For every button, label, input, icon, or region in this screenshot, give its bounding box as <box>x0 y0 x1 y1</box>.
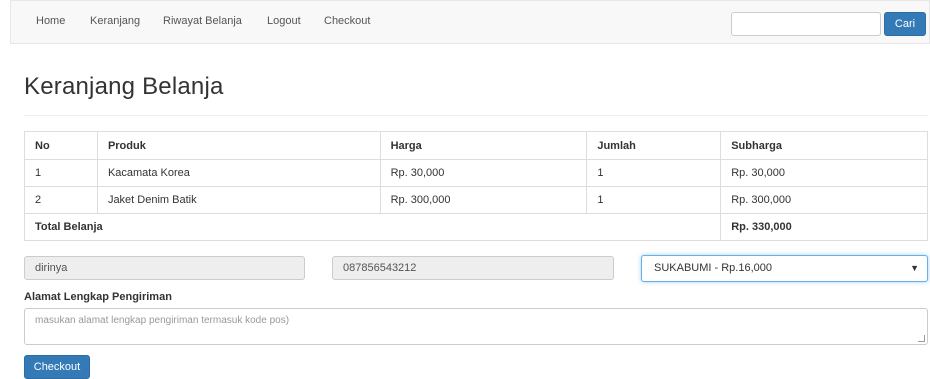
nav-keranjang-link[interactable]: Keranjang <box>90 15 140 27</box>
nav-riwayat-belanja-link[interactable]: Riwayat Belanja <box>163 15 242 27</box>
phone-field: 087856543212 <box>332 256 614 280</box>
header-produk: Produk <box>96 131 381 160</box>
search-button[interactable]: Cari <box>884 12 926 36</box>
cell-subharga: Rp. 300,000 <box>720 186 928 214</box>
chevron-down-icon: ▼ <box>910 263 919 273</box>
table-row: 2 Jaket Denim Batik Rp. 300,000 1 Rp. 30… <box>24 186 928 214</box>
checkout-button[interactable]: Checkout <box>24 355 90 379</box>
resize-grip-icon[interactable] <box>918 335 925 342</box>
address-textarea[interactable]: masukan alamat lengkap pengiriman termas… <box>24 308 928 345</box>
page-title: Keranjang Belanja <box>24 73 224 100</box>
address-label: Alamat Lengkap Pengiriman <box>24 291 172 303</box>
nav-checkout-link[interactable]: Checkout <box>324 15 370 27</box>
header-no: No <box>24 131 98 160</box>
cell-no: 1 <box>24 159 98 187</box>
cell-harga: Rp. 30,000 <box>379 159 588 187</box>
total-label: Total Belanja <box>23 213 722 241</box>
cell-produk: Kacamata Korea <box>96 159 381 187</box>
cell-produk: Jaket Denim Batik <box>96 186 381 214</box>
cell-harga: Rp. 300,000 <box>379 186 588 214</box>
city-selected-value: SUKABUMI - Rp.16,000 <box>654 262 772 274</box>
cell-subharga: Rp. 30,000 <box>720 159 928 187</box>
header-jumlah: Jumlah <box>586 131 722 160</box>
cell-jumlah: 1 <box>586 159 722 187</box>
nav-logout-link[interactable]: Logout <box>267 15 301 27</box>
search-input[interactable] <box>731 12 881 36</box>
table-row: 1 Kacamata Korea Rp. 30,000 1 Rp. 30,000 <box>24 159 928 187</box>
nav-home-link[interactable]: Home <box>36 15 65 27</box>
header-harga: Harga <box>379 131 588 160</box>
name-field: dirinya <box>24 256 305 280</box>
address-placeholder: masukan alamat lengkap pengiriman termas… <box>35 315 290 326</box>
total-value: Rp. 330,000 <box>720 213 928 241</box>
cell-no: 2 <box>24 186 98 214</box>
title-divider <box>24 115 928 116</box>
cart-table: No Produk Harga Jumlah Subharga 1 Kacama… <box>23 131 928 241</box>
city-shipping-select[interactable]: SUKABUMI - Rp.16,000 ▼ <box>641 255 928 282</box>
table-header-row: No Produk Harga Jumlah Subharga <box>24 131 928 160</box>
cell-jumlah: 1 <box>586 186 722 214</box>
total-row: Total Belanja Rp. 330,000 <box>23 213 928 241</box>
header-subharga: Subharga <box>720 131 928 160</box>
